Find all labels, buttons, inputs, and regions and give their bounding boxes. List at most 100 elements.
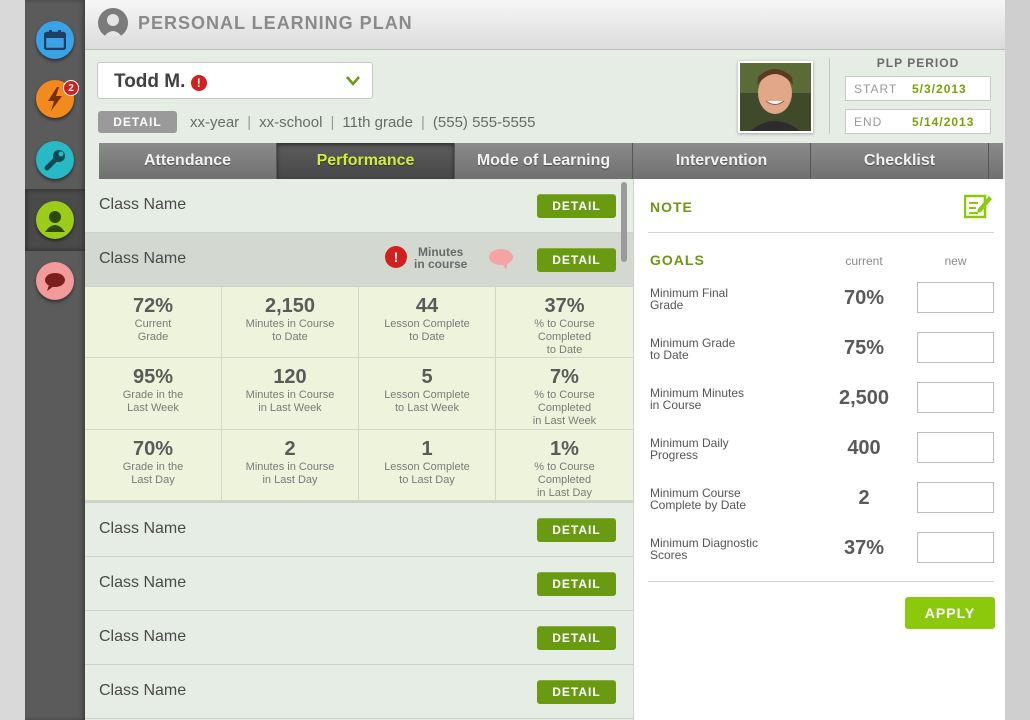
tab-mode-of-learning[interactable]: Mode of Learning xyxy=(455,143,633,179)
stat-label: Grade xyxy=(137,331,169,343)
stat-label: % to Course xyxy=(534,389,595,402)
student-name-wrap: Todd M. ! xyxy=(114,71,207,93)
stat-label: Completed xyxy=(537,402,592,415)
class-name: Class Name xyxy=(99,520,187,537)
stat-label: to Date xyxy=(546,344,583,356)
stat-value: 7% xyxy=(550,366,579,389)
stat-label: Last Week xyxy=(127,402,179,415)
rail-calendar-button[interactable] xyxy=(25,9,85,71)
stat-label: Grade in the xyxy=(122,460,184,473)
edit-note-icon[interactable] xyxy=(964,193,992,219)
goals-panel: NOTE GOALS current new Minimum Final Grad… xyxy=(633,179,1005,720)
stat-label: Grade in the xyxy=(122,389,184,402)
tab-checklist[interactable]: Checklist xyxy=(811,143,989,179)
main-frame: PERSONAL LEARNING PLAN Todd M. ! DETAIL … xyxy=(85,0,1005,720)
stat-label: to Date xyxy=(272,331,308,343)
student-photo xyxy=(738,61,813,133)
goal-current-value: 400 xyxy=(847,437,881,459)
stat-cell: 1 Lesson Complete to Last Day xyxy=(359,429,496,501)
plp-end-label: END xyxy=(854,114,883,129)
apply-button[interactable]: APPLY xyxy=(905,597,995,629)
goal-current-value: 70% xyxy=(843,287,885,309)
goal-new-input[interactable] xyxy=(917,332,994,363)
class-detail-button[interactable]: DETAIL xyxy=(537,680,616,704)
class-detail-button[interactable]: DETAIL xyxy=(537,626,616,650)
comment-icon[interactable] xyxy=(488,248,514,270)
stat-cell: 2,150 Minutes in Course to Date xyxy=(222,287,359,359)
stat-value: 95% xyxy=(132,366,174,389)
student-name: Todd M. xyxy=(114,71,186,92)
stat-cell: 120 Minutes in Course in Last Week xyxy=(222,358,359,430)
list-scrollbar[interactable] xyxy=(621,182,627,262)
class-name: Class Name xyxy=(99,628,187,645)
class-detail-button[interactable]: DETAIL xyxy=(537,572,616,596)
stat-label: Lesson Complete xyxy=(384,460,470,473)
class-row-selected[interactable]: Class Name ! Minutes in course DETAIL xyxy=(85,233,633,287)
stat-label: Completed xyxy=(537,473,592,486)
plp-end-field[interactable]: END 5/14/2013 xyxy=(845,109,991,134)
separator: | xyxy=(247,114,252,131)
calendar-icon xyxy=(36,21,74,59)
page-title: PERSONAL LEARNING PLAN xyxy=(138,13,413,33)
left-rail: 2 xyxy=(25,0,85,720)
goal-current-value: 75% xyxy=(843,337,885,359)
stat-cell: 72% Current Grade xyxy=(85,287,222,359)
chevron-down-icon xyxy=(346,76,360,86)
goal-new-input[interactable] xyxy=(917,282,994,313)
divider xyxy=(829,58,830,134)
class-row[interactable]: Class Name DETAIL xyxy=(85,665,633,719)
plp-start-value: 5/3/2013 xyxy=(912,81,967,96)
stat-label: Minutes in Course xyxy=(245,460,335,473)
class-row[interactable]: Class Name DETAIL xyxy=(85,179,633,233)
stat-label: in Last Day xyxy=(536,486,593,499)
plp-start-label: START xyxy=(854,81,898,96)
stat-cell: 5 Lesson Complete to Last Week xyxy=(359,358,496,430)
tab-performance[interactable]: Performance xyxy=(277,143,455,179)
student-grade: 11th grade xyxy=(342,114,413,131)
goal-new-input[interactable] xyxy=(917,432,994,463)
student-school: xx-school xyxy=(259,114,323,131)
minutes-alert-line2: in course xyxy=(414,257,468,271)
tab-bar-end xyxy=(989,143,1003,179)
goal-label-line: Complete by Date xyxy=(650,498,747,512)
class-detail-button[interactable]: DETAIL xyxy=(537,194,616,218)
student-detail-button[interactable]: DETAIL xyxy=(98,111,177,133)
class-list: Class Name DETAIL Class Name ! Minutes i… xyxy=(85,179,633,720)
student-select[interactable]: Todd M. ! xyxy=(97,62,373,99)
rail-tools-button[interactable] xyxy=(25,129,85,191)
student-info: xx-year | xx-school | 11th grade | (555) 555-5… xyxy=(190,114,535,131)
goal-new-input[interactable] xyxy=(917,532,994,563)
stat-label: Lesson Complete xyxy=(384,389,470,402)
stat-value: 2 xyxy=(284,437,296,460)
rail-alerts-button[interactable]: 2 xyxy=(25,68,85,130)
title-bar: PERSONAL LEARNING PLAN xyxy=(85,0,1005,50)
rail-chat-button[interactable] xyxy=(25,250,85,312)
class-row[interactable]: Class Name DETAIL xyxy=(85,557,633,611)
plp-start-field[interactable]: START 5/3/2013 xyxy=(845,76,991,101)
stat-value: 70% xyxy=(132,437,174,460)
divider xyxy=(648,232,994,233)
goal-label-line: Progress xyxy=(650,448,699,462)
stat-cell: 7%% to Course Completed in Last Week xyxy=(496,358,633,430)
class-row[interactable]: Class Name DETAIL xyxy=(85,611,633,665)
stat-label: to Last Day xyxy=(399,473,455,486)
tab-intervention[interactable]: Intervention xyxy=(633,143,811,179)
stat-label: % to Course xyxy=(534,318,595,330)
class-name: Class Name xyxy=(99,682,187,699)
class-detail-button[interactable]: DETAIL xyxy=(537,518,616,542)
goal-new-input[interactable] xyxy=(917,382,994,413)
stat-label: Lesson Complete xyxy=(384,318,470,330)
stat-cell: 44 Lesson Complete to Date xyxy=(359,287,496,359)
goal-current-value: 2 xyxy=(858,487,870,509)
class-detail-button[interactable]: DETAIL xyxy=(537,248,616,272)
tab-attendance[interactable]: Attendance xyxy=(99,143,277,179)
class-name: Class Name xyxy=(99,196,187,213)
class-row[interactable]: Class Name DETAIL xyxy=(85,503,633,557)
goal-new-input[interactable] xyxy=(917,482,994,513)
stat-label: Minutes in Course xyxy=(245,389,335,402)
rail-profile-button[interactable] xyxy=(25,189,85,251)
divider xyxy=(648,581,994,582)
stat-label: in Last Week xyxy=(532,415,597,428)
goal-current-value: 2,500 xyxy=(838,387,890,409)
goal-label: Minimum Daily Progress xyxy=(650,437,729,461)
